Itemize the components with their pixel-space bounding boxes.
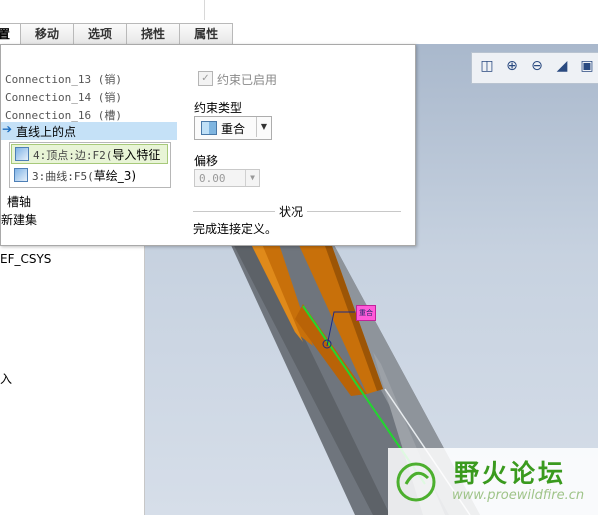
offset-label: 偏移 [194, 154, 219, 168]
arrow-right-icon: ➔ [2, 122, 13, 136]
connection-item[interactable]: Connection_16 (槽) [5, 107, 122, 123]
chevron-down-icon: ▼ [245, 170, 259, 186]
watermark-url: www.proewildfire.cn [452, 488, 585, 503]
edge-icon [15, 147, 29, 161]
repaint-icon[interactable]: ◢ [551, 55, 573, 77]
constraint-item-selected[interactable]: ➔ 直线上的点 [1, 122, 177, 140]
view-toolbar: ◫ ⊕ ⊖ ◢ ▣ [471, 52, 598, 84]
top-strip [0, 0, 598, 22]
reference-item[interactable]: 3:曲线:F5(草绘_3) [11, 165, 168, 185]
connection-item[interactable]: Connection_14 (销) [5, 89, 122, 105]
tab-placement[interactable]: 置 [0, 23, 22, 45]
constraint-type-select[interactable]: 重合 ▼ [194, 116, 272, 140]
tab-properties[interactable]: 属性 [179, 23, 234, 44]
curve-icon [14, 168, 28, 182]
offset-input[interactable]: 0.00 ▼ [194, 169, 260, 187]
constraint-type-label: 约束类型 [194, 101, 243, 115]
zoom-in-icon[interactable]: ⊕ [501, 55, 523, 77]
watermark-logo-icon [396, 462, 436, 502]
annotation-tag[interactable]: 重合 [356, 305, 376, 321]
watermark-title: 野火论坛 [454, 459, 567, 488]
reference-item[interactable]: 4:顶点:边:F2(导入特征 [11, 144, 168, 164]
slot-axis-item[interactable]: 槽轴 [7, 193, 31, 210]
tab-options[interactable]: 选项 [73, 23, 128, 44]
constraint-enabled-checkbox[interactable]: ✓ [198, 71, 213, 86]
placement-panel: Connection_13 (销) Connection_14 (销) Conn… [0, 44, 416, 246]
new-set-item[interactable]: 新建集 [1, 211, 37, 228]
reference-collector[interactable]: 4:顶点:边:F2(导入特征 3:曲线:F5(草绘_3) [9, 142, 171, 188]
connection-item[interactable]: Connection_13 (销) [5, 71, 122, 87]
tab-move[interactable]: 移动 [20, 23, 75, 44]
tree-item-csys[interactable]: EF_CSYS [0, 252, 51, 266]
status-text: 完成连接定义。 [193, 222, 278, 236]
status-title: 状况 [275, 203, 308, 220]
dashboard-tabs: 置 移动 选项 挠性 属性 [0, 23, 234, 45]
tree-item-partial[interactable]: 入 [0, 370, 12, 387]
constraint-label: 直线上的点 [16, 125, 77, 139]
constraint-enabled-label: 约束已启用 [217, 73, 278, 87]
coincident-icon [201, 121, 217, 135]
tab-flexibility[interactable]: 挠性 [126, 23, 181, 44]
refit-icon[interactable]: ◫ [476, 55, 498, 77]
orient-icon[interactable]: ▣ [576, 55, 598, 77]
watermark: 野火论坛 www.proewildfire.cn [388, 448, 598, 515]
chevron-down-icon: ▼ [256, 117, 271, 137]
zoom-out-icon[interactable]: ⊖ [526, 55, 548, 77]
